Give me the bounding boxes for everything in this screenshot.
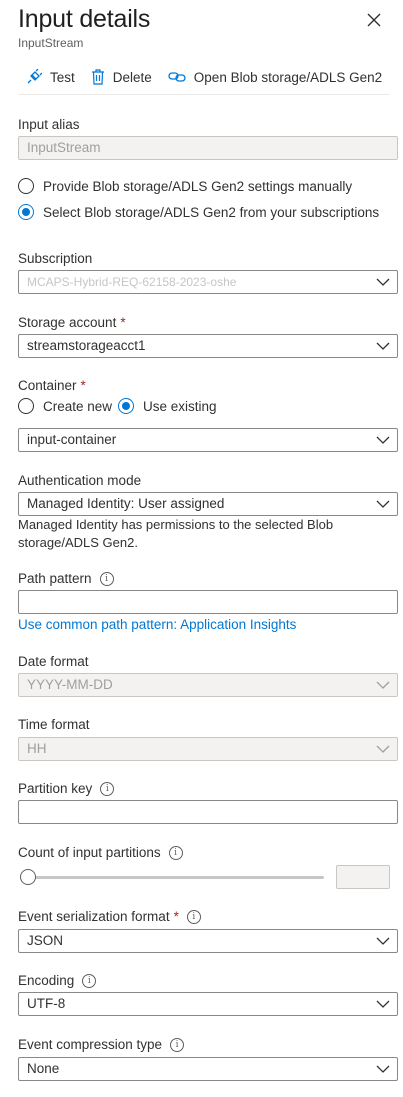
- radio-circle-selected: [118, 398, 134, 414]
- radio-create-new-label: Create new: [43, 398, 113, 414]
- compression-label-text: Event compression type: [18, 1037, 163, 1052]
- container-value: input-container: [27, 432, 117, 447]
- encoding-label: Encoding i: [18, 973, 97, 988]
- auth-mode-note: Managed Identity has permissions to the …: [18, 517, 334, 550]
- input-alias-label-text: Input alias: [18, 117, 80, 132]
- chevron-down-icon: [376, 745, 390, 753]
- radio-use-existing[interactable]: Use existing: [118, 398, 217, 414]
- date-format-label: Date format: [18, 654, 89, 669]
- partition-key-input[interactable]: [18, 800, 398, 824]
- container-dropdown[interactable]: input-container: [18, 428, 398, 452]
- chevron-down-icon: [376, 1065, 390, 1073]
- test-label: Test: [50, 69, 75, 85]
- open-storage-button[interactable]: Open Blob storage/ADLS Gen2: [168, 70, 382, 85]
- trash-icon: [91, 69, 104, 85]
- info-icon[interactable]: i: [168, 845, 183, 860]
- radio-use-existing-label: Use existing: [143, 398, 217, 414]
- partitions-slider-thumb[interactable]: [20, 869, 36, 885]
- subscription-value: MCAPS-Hybrid-REQ-62158-2023-oshe: [27, 275, 237, 289]
- common-path-pattern-link[interactable]: Use common path pattern: Application Ins…: [18, 617, 296, 632]
- path-pattern-label-text: Path pattern: [18, 571, 92, 586]
- info-icon[interactable]: i: [82, 973, 97, 988]
- test-button[interactable]: Test: [26, 69, 75, 85]
- date-format-label-text: Date format: [18, 654, 89, 669]
- partitions-count-input: [336, 865, 390, 889]
- serialization-label: Event serialization format * i: [18, 909, 201, 924]
- info-icon[interactable]: i: [99, 571, 114, 586]
- chevron-down-icon: [376, 436, 390, 444]
- chevron-down-icon: [376, 937, 390, 945]
- date-format-value: YYYY-MM-DD: [27, 677, 113, 692]
- serialization-value: JSON: [27, 933, 64, 948]
- command-bar: Test Delete Open Blob storage/ADLS Gen2: [18, 66, 398, 88]
- link-icon: [168, 72, 186, 82]
- time-format-label: Time format: [18, 717, 90, 732]
- input-alias-label: Input alias: [18, 117, 80, 132]
- partition-key-label-text: Partition key: [18, 781, 93, 796]
- subscription-label-text: Subscription: [18, 251, 93, 266]
- panel-title: Input details: [18, 5, 151, 33]
- toolbar-divider: [18, 94, 390, 95]
- delete-button[interactable]: Delete: [91, 69, 152, 85]
- plug-icon: [27, 69, 42, 84]
- radio-create-new[interactable]: Create new: [18, 398, 112, 414]
- time-format-value: HH: [27, 741, 47, 756]
- container-label-text: Container: [18, 378, 77, 393]
- chevron-down-icon: [376, 342, 390, 350]
- chevron-down-icon: [376, 1000, 390, 1008]
- chevron-down-icon: [376, 278, 390, 286]
- auth-mode-label-text: Authentication mode: [18, 473, 142, 488]
- required-mark: *: [80, 378, 86, 393]
- radio-select-subscription[interactable]: Select Blob storage/ADLS Gen2 from your …: [18, 204, 379, 220]
- input-alias-value: InputStream: [27, 140, 101, 155]
- radio-circle-selected: [18, 204, 34, 220]
- close-icon: [367, 13, 381, 27]
- encoding-label-text: Encoding: [18, 973, 75, 988]
- radio-circle: [18, 178, 34, 194]
- close-button[interactable]: [364, 10, 384, 30]
- storage-account-value: streamstorageacct1: [27, 338, 146, 353]
- auth-mode-value: Managed Identity: User assigned: [27, 496, 225, 511]
- subscription-dropdown[interactable]: MCAPS-Hybrid-REQ-62158-2023-oshe: [18, 270, 398, 294]
- subscription-label: Subscription: [18, 251, 92, 266]
- input-partitions-label: Count of input partitions i: [18, 845, 183, 860]
- open-storage-label: Open Blob storage/ADLS Gen2: [193, 69, 383, 85]
- info-icon[interactable]: i: [100, 781, 115, 796]
- partitions-slider-track[interactable]: [28, 876, 324, 879]
- time-format-label-text: Time format: [18, 717, 90, 732]
- radio-manual-label: Provide Blob storage/ADLS Gen2 settings …: [43, 178, 353, 194]
- info-icon[interactable]: i: [186, 909, 201, 924]
- path-pattern-input[interactable]: [18, 590, 398, 614]
- required-mark: *: [120, 315, 126, 330]
- compression-value: None: [27, 1061, 60, 1076]
- chevron-down-icon: [376, 681, 390, 689]
- encoding-dropdown[interactable]: UTF-8: [18, 992, 398, 1016]
- radio-select-label: Select Blob storage/ADLS Gen2 from your …: [43, 204, 380, 220]
- partition-key-label: Partition key i: [18, 781, 115, 796]
- serialization-label-text: Event serialization format: [18, 909, 170, 924]
- container-label: Container *: [18, 378, 86, 393]
- auth-mode-dropdown[interactable]: Managed Identity: User assigned: [18, 492, 398, 516]
- compression-dropdown[interactable]: None: [18, 1057, 398, 1081]
- delete-label: Delete: [112, 69, 152, 85]
- path-pattern-label: Path pattern i: [18, 571, 114, 586]
- info-icon[interactable]: i: [170, 1037, 185, 1052]
- required-mark: *: [173, 909, 179, 924]
- time-format-dropdown: HH: [18, 737, 398, 761]
- storage-account-label-text: Storage account: [18, 315, 117, 330]
- panel-subtitle: InputStream: [18, 36, 84, 50]
- input-alias-field[interactable]: InputStream: [18, 136, 398, 160]
- storage-account-label: Storage account *: [18, 315, 126, 330]
- serialization-dropdown[interactable]: JSON: [18, 929, 398, 953]
- date-format-dropdown: YYYY-MM-DD: [18, 673, 398, 697]
- radio-circle: [18, 398, 34, 414]
- chevron-down-icon: [376, 500, 390, 508]
- compression-label: Event compression type i: [18, 1037, 185, 1052]
- storage-account-dropdown[interactable]: streamstorageacct1: [18, 334, 398, 358]
- input-partitions-label-text: Count of input partitions: [18, 845, 161, 860]
- auth-mode-label: Authentication mode: [18, 473, 141, 488]
- radio-manual-settings[interactable]: Provide Blob storage/ADLS Gen2 settings …: [18, 178, 352, 194]
- encoding-value: UTF-8: [27, 996, 66, 1011]
